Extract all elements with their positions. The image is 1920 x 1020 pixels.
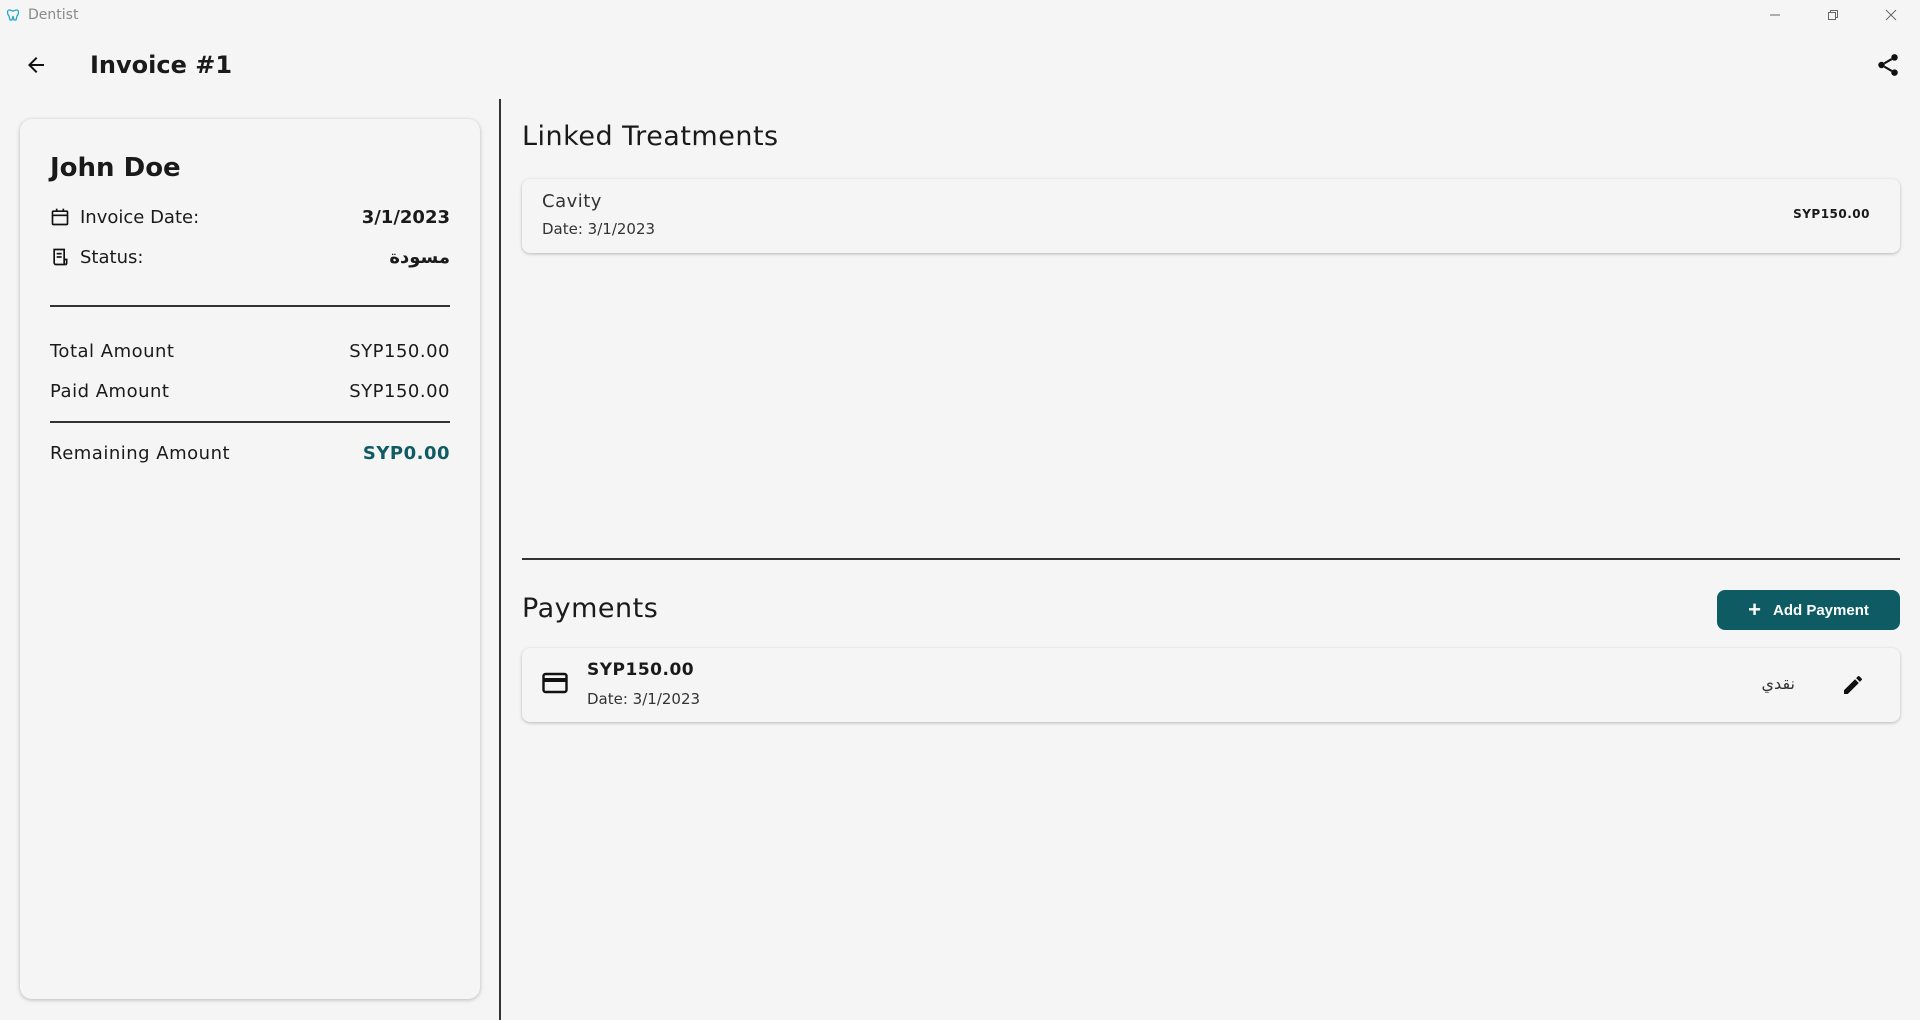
minimize-icon [1770, 14, 1780, 16]
window-controls [1746, 0, 1920, 30]
invoice-date-row: Invoice Date: 3/1/2023 [50, 197, 450, 237]
credit-card-icon [542, 672, 568, 694]
edit-payment-button[interactable] [1836, 668, 1870, 702]
paid-amount-row: Paid Amount SYP150.00 [50, 371, 450, 411]
pencil-icon [1844, 675, 1863, 694]
page-title: Invoice #1 [90, 51, 233, 79]
restore-icon [1828, 10, 1838, 20]
payments-title: Payments [522, 593, 659, 624]
total-amount-value: SYP150.00 [349, 340, 450, 362]
paid-amount-label: Paid Amount [50, 380, 170, 402]
restore-button[interactable] [1804, 0, 1862, 30]
invoice-summary-card: John Doe Invoice Date: 3/1/2023 Status: … [20, 119, 480, 999]
app-title: Dentist [28, 7, 79, 23]
receipt-icon [53, 248, 68, 266]
treatment-amount: SYP150.00 [1793, 207, 1870, 221]
payment-method: نقدي [1761, 674, 1795, 693]
calendar-icon [51, 208, 69, 226]
payment-date: Date: 3/1/2023 [587, 690, 701, 708]
payment-amount: SYP150.00 [587, 660, 695, 680]
invoice-date-label: Invoice Date: [80, 206, 200, 228]
total-amount-label: Total Amount [50, 340, 175, 362]
status-label: Status: [80, 246, 144, 268]
invoice-date-value: 3/1/2023 [361, 206, 450, 228]
remaining-amount-label: Remaining Amount [50, 442, 231, 464]
back-button[interactable] [14, 43, 58, 87]
status-value: مسودة [389, 246, 450, 268]
remaining-amount-value: SYP0.00 [362, 442, 450, 464]
divider [50, 305, 450, 307]
treatment-name: Cavity [542, 191, 602, 212]
plus-icon: + [1748, 597, 1761, 622]
add-payment-label: Add Payment [1773, 601, 1869, 619]
payment-list-item[interactable]: SYP150.00 Date: 3/1/2023 نقدي [522, 648, 1900, 722]
app-bar: Invoice #1 [0, 30, 1920, 100]
patient-name: John Doe [50, 153, 181, 183]
divider [50, 421, 450, 423]
minimize-button[interactable] [1746, 0, 1804, 30]
share-icon [1878, 54, 1898, 76]
status-row: Status: مسودة [50, 237, 450, 277]
total-amount-row: Total Amount SYP150.00 [50, 331, 450, 371]
linked-treatments-title: Linked Treatments [522, 121, 779, 152]
treatment-date: Date: 3/1/2023 [542, 220, 656, 238]
treatment-list-item[interactable]: Cavity Date: 3/1/2023 SYP150.00 [522, 179, 1900, 253]
section-divider [522, 558, 1900, 560]
share-button[interactable] [1866, 43, 1910, 87]
vertical-divider [499, 99, 501, 1020]
close-icon [1885, 9, 1897, 21]
remaining-amount-row: Remaining Amount SYP0.00 [50, 433, 450, 473]
close-button[interactable] [1862, 0, 1920, 30]
paid-amount-value: SYP150.00 [349, 380, 450, 402]
title-bar: Dentist [0, 0, 1920, 30]
add-payment-button[interactable]: + Add Payment [1717, 590, 1900, 630]
tooth-app-icon [6, 8, 20, 22]
arrow-left-icon [28, 57, 44, 73]
